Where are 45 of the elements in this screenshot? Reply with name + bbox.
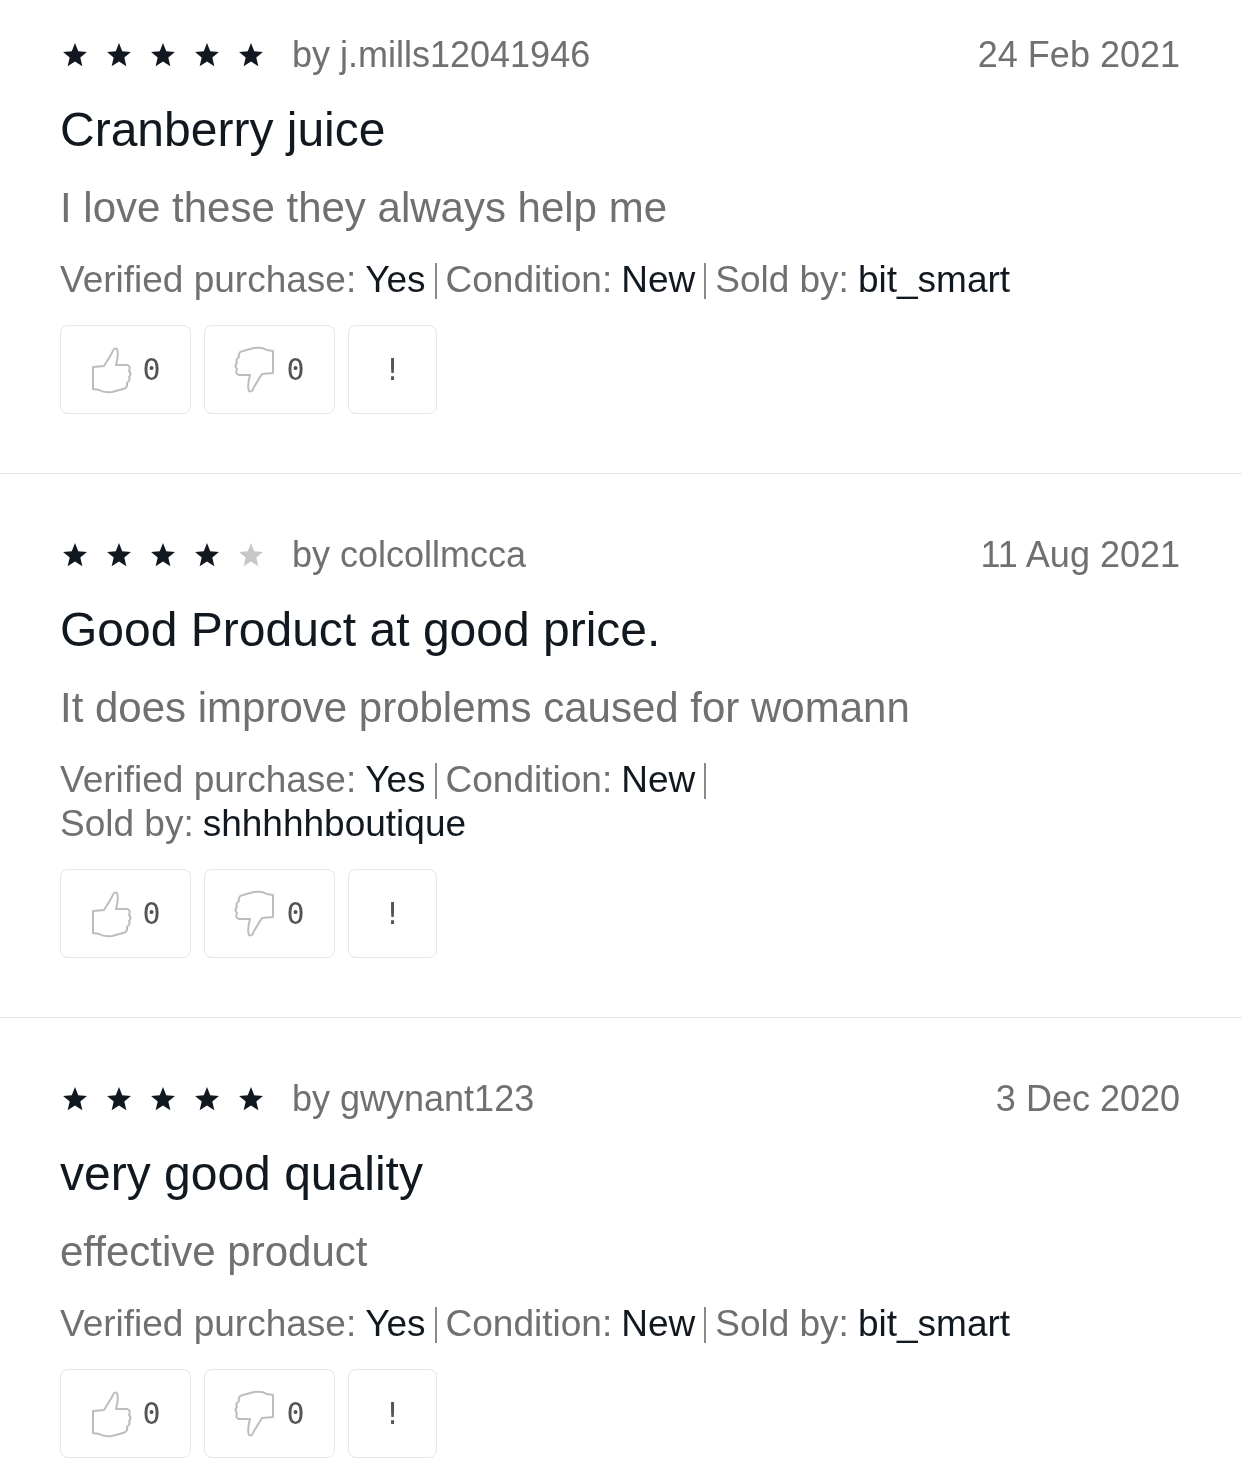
not-helpful-button[interactable]: 0 [204,1369,335,1458]
thumbs-up-icon [90,1388,133,1439]
thumbs-down-icon [234,888,277,939]
star-icon [238,42,264,68]
star-icon [238,542,264,568]
not-helpful-button[interactable]: 0 [204,325,335,414]
thumbs-up-icon [90,888,133,939]
helpful-button[interactable]: 0 [60,1369,191,1458]
review-title: very good quality [60,1146,424,1202]
review-date: 3 Dec 2020 [995,1077,1180,1121]
not-helpful-button[interactable]: 0 [204,869,335,958]
star-icon [62,42,88,68]
star-icon [194,1086,220,1112]
purchase-details: Verified purchase: Yes Condition: New Sold by: bit_smart [60,1302,1012,1346]
star-icon [194,542,220,568]
thumbs-down-icon [234,344,277,395]
review-title: Good Product at good price. [60,602,662,658]
review-text: effective product [60,1227,369,1277]
purchase-details: Verified purchase: Yes Condition: New Sold by: bit_smart [60,258,1012,302]
reviewer-name: by colcollmcca [292,533,527,577]
review-text: I love these they always help me [60,183,668,233]
star-icon [62,542,88,568]
star-icon [106,1086,132,1112]
thumbs-down-icon [234,1388,277,1439]
review-title: Cranberry juice [60,102,387,158]
report-button[interactable]: ! [348,1369,437,1458]
helpful-button[interactable]: 0 [60,869,191,958]
star-icon [106,542,132,568]
star-icon [62,1086,88,1112]
report-button[interactable]: ! [348,325,437,414]
star-icon [194,42,220,68]
reviewer-name: by gwynant123 [292,1077,535,1121]
thumbs-up-icon [90,344,133,395]
review-date: 24 Feb 2021 [977,33,1180,77]
reviewer-name: by j.mills12041946 [292,33,591,77]
report-button[interactable]: ! [348,869,437,958]
star-icon [150,1086,176,1112]
star-icon [106,42,132,68]
review-text: It does improve problems caused for womann [60,683,911,733]
review-date: 11 Aug 2021 [980,533,1180,577]
purchase-details: Verified purchase: Yes Condition: New Sold by: shhhhhboutique [60,758,1110,846]
star-icon [150,42,176,68]
helpful-button[interactable]: 0 [60,325,191,414]
star-icon [238,1086,264,1112]
star-icon [150,542,176,568]
